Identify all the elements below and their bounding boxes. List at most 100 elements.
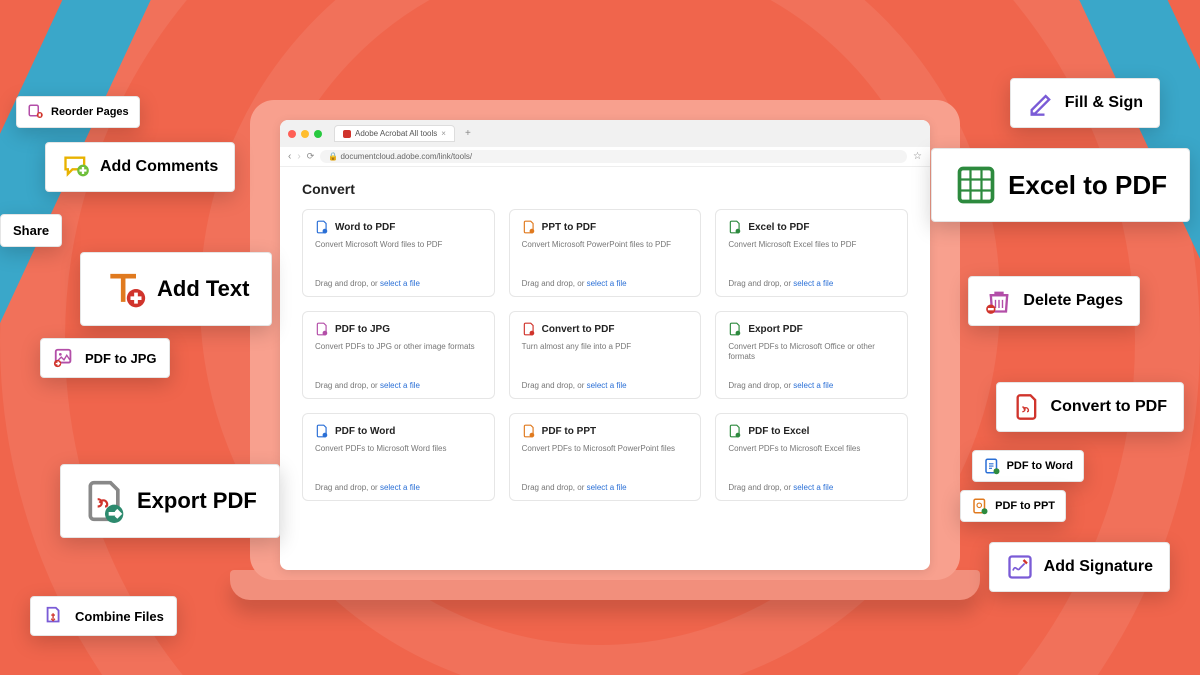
select-file-link[interactable]: select a file: [587, 483, 627, 492]
callout-fill-sign[interactable]: Fill & Sign: [1010, 78, 1160, 128]
callout-label: Add Signature: [1044, 558, 1153, 576]
card-footer: Drag and drop, or select a file: [728, 279, 895, 288]
callout-label: Excel to PDF: [1008, 170, 1167, 201]
browser-window: Adobe Acrobat All tools × + ‹ › ⟳ 🔒 docu…: [280, 120, 930, 570]
trash-icon: [985, 287, 1013, 315]
callout-excel-to-pdf[interactable]: Excel to PDF: [931, 148, 1190, 222]
reload-icon[interactable]: ⟳: [307, 151, 315, 162]
select-file-link[interactable]: select a file: [587, 279, 627, 288]
callout-label: PDF to Word: [1007, 460, 1073, 472]
laptop-frame: Adobe Acrobat All tools × + ‹ › ⟳ 🔒 docu…: [250, 100, 960, 580]
card-title: PDF to JPG: [335, 324, 390, 335]
callout-label: Convert to PDF: [1051, 398, 1167, 416]
nav-back-icon[interactable]: ‹: [288, 151, 291, 162]
window-controls[interactable]: [288, 130, 322, 138]
callout-pdf-to-word[interactable]: PDF to Word: [972, 450, 1084, 482]
image-icon: [53, 347, 75, 369]
tool-card[interactable]: PDF to Word Convert PDFs to Microsoft Wo…: [302, 413, 495, 501]
callout-label: Fill & Sign: [1065, 94, 1143, 112]
callout-pdf-to-jpg[interactable]: PDF to JPG: [40, 338, 170, 378]
callout-reorder-pages[interactable]: Reorder Pages: [16, 96, 140, 128]
card-footer: Drag and drop, or select a file: [315, 483, 482, 492]
callout-delete-pages[interactable]: Delete Pages: [968, 276, 1140, 326]
star-icon[interactable]: ☆: [913, 151, 922, 162]
nav-forward-icon[interactable]: ›: [297, 151, 300, 162]
card-description: Convert PDFs to Microsoft Office or othe…: [728, 342, 895, 363]
card-title: PDF to Excel: [748, 426, 809, 437]
card-title: PDF to PPT: [542, 426, 596, 437]
pdf-icon: [343, 130, 351, 138]
tab-title: Adobe Acrobat All tools: [355, 129, 437, 138]
close-icon[interactable]: [288, 130, 296, 138]
callout-label: Combine Files: [75, 609, 164, 624]
new-tab-button[interactable]: +: [461, 128, 475, 139]
pdf-doc-icon: [1013, 393, 1041, 421]
card-title: Excel to PDF: [748, 222, 809, 233]
export-pdf-icon: [83, 479, 127, 523]
card-description: Convert PDFs to Microsoft Excel files: [728, 444, 895, 454]
file-icon: [315, 424, 329, 438]
card-description: Convert Microsoft PowerPoint files to PD…: [522, 240, 689, 250]
tool-card[interactable]: PPT to PDF Convert Microsoft PowerPoint …: [509, 209, 702, 297]
callout-label: Add Text: [157, 276, 249, 302]
pen-icon: [1027, 89, 1055, 117]
select-file-link[interactable]: select a file: [380, 483, 420, 492]
browser-tab[interactable]: Adobe Acrobat All tools ×: [334, 125, 455, 142]
tool-card[interactable]: Excel to PDF Convert Microsoft Excel fil…: [715, 209, 908, 297]
lock-icon: 🔒: [328, 152, 338, 161]
callout-label: Reorder Pages: [51, 106, 129, 118]
callout-label: PDF to PPT: [995, 500, 1055, 512]
tool-grid: Word to PDF Convert Microsoft Word files…: [302, 209, 908, 501]
file-icon: [522, 322, 536, 336]
text-icon: [103, 267, 147, 311]
card-title: PDF to Word: [335, 426, 395, 437]
ppt-doc-icon: [971, 497, 989, 515]
tool-card[interactable]: PDF to Excel Convert PDFs to Microsoft E…: [715, 413, 908, 501]
callout-share[interactable]: Share: [0, 214, 62, 247]
card-footer: Drag and drop, or select a file: [522, 279, 689, 288]
callout-add-text[interactable]: Add Text: [80, 252, 272, 326]
callout-label: PDF to JPG: [85, 351, 157, 366]
file-icon: [728, 424, 742, 438]
callout-export-pdf[interactable]: Export PDF: [60, 464, 280, 538]
card-title: PPT to PDF: [542, 222, 596, 233]
callout-combine-files[interactable]: Combine Files: [30, 596, 177, 636]
card-description: Convert Microsoft Word files to PDF: [315, 240, 482, 250]
tool-card[interactable]: Convert to PDF Turn almost any file into…: [509, 311, 702, 399]
select-file-link[interactable]: select a file: [793, 381, 833, 390]
select-file-link[interactable]: select a file: [380, 279, 420, 288]
callout-add-comments[interactable]: Add Comments: [45, 142, 235, 192]
close-tab-icon[interactable]: ×: [441, 129, 446, 138]
callout-convert-to-pdf[interactable]: Convert to PDF: [996, 382, 1184, 432]
select-file-link[interactable]: select a file: [793, 279, 833, 288]
card-description: Convert PDFs to Microsoft Word files: [315, 444, 482, 454]
tool-card[interactable]: Export PDF Convert PDFs to Microsoft Off…: [715, 311, 908, 399]
card-footer: Drag and drop, or select a file: [315, 381, 482, 390]
card-footer: Drag and drop, or select a file: [728, 381, 895, 390]
tool-card[interactable]: PDF to JPG Convert PDFs to JPG or other …: [302, 311, 495, 399]
card-footer: Drag and drop, or select a file: [728, 483, 895, 492]
word-doc-icon: [983, 457, 1001, 475]
select-file-link[interactable]: select a file: [380, 381, 420, 390]
file-icon: [728, 220, 742, 234]
card-footer: Drag and drop, or select a file: [522, 483, 689, 492]
signature-icon: [1006, 553, 1034, 581]
select-file-link[interactable]: select a file: [793, 483, 833, 492]
minimize-icon[interactable]: [301, 130, 309, 138]
section-title: Convert: [302, 181, 908, 197]
callout-add-signature[interactable]: Add Signature: [989, 542, 1170, 592]
file-icon: [728, 322, 742, 336]
card-title: Word to PDF: [335, 222, 395, 233]
url-text: documentcloud.adobe.com/link/tools/: [340, 152, 472, 161]
comment-icon: [62, 153, 90, 181]
callout-pdf-to-ppt[interactable]: PDF to PPT: [960, 490, 1066, 522]
card-footer: Drag and drop, or select a file: [315, 279, 482, 288]
maximize-icon[interactable]: [314, 130, 322, 138]
tool-card[interactable]: PDF to PPT Convert PDFs to Microsoft Pow…: [509, 413, 702, 501]
url-field[interactable]: 🔒 documentcloud.adobe.com/link/tools/: [320, 150, 907, 163]
file-icon: [315, 322, 329, 336]
browser-addressbar: ‹ › ⟳ 🔒 documentcloud.adobe.com/link/too…: [280, 147, 930, 167]
select-file-link[interactable]: select a file: [587, 381, 627, 390]
tool-card[interactable]: Word to PDF Convert Microsoft Word files…: [302, 209, 495, 297]
card-title: Export PDF: [748, 324, 802, 335]
